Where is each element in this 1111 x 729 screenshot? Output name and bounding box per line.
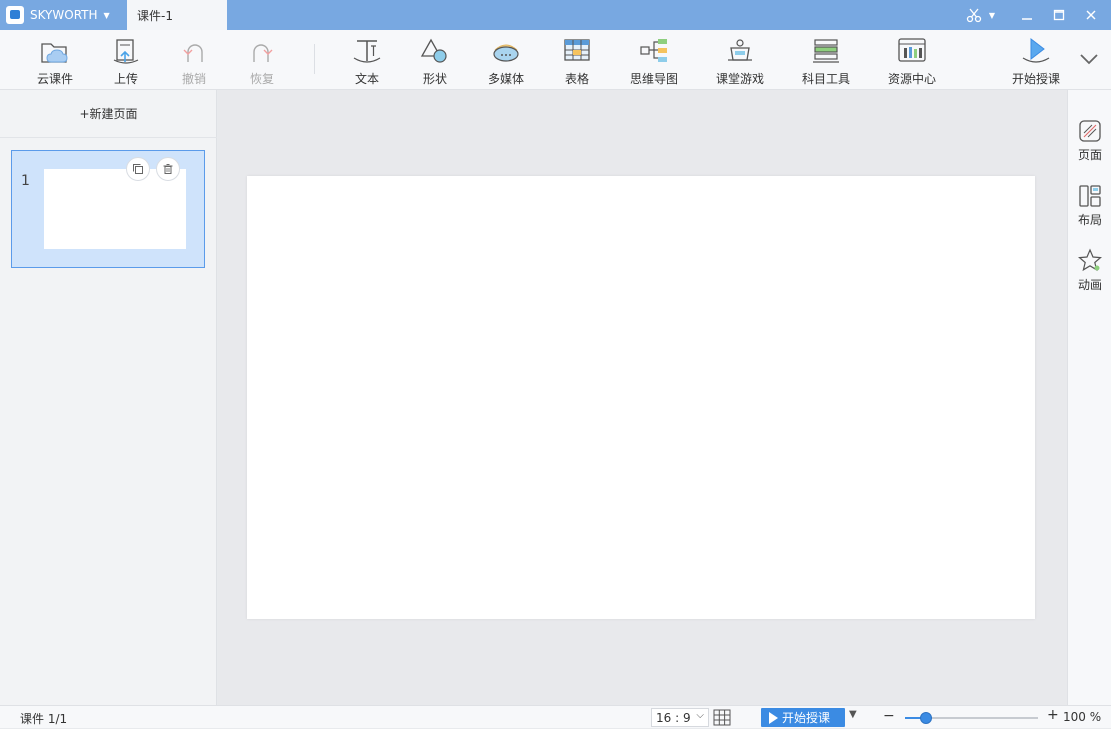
- page-thumbnail-preview: [44, 169, 186, 249]
- upload-icon: [113, 39, 139, 64]
- new-page-button[interactable]: +新建页面: [0, 90, 217, 138]
- start-teaching-label: 开始授课: [1011, 72, 1060, 86]
- shape-label: 形状: [422, 72, 447, 86]
- chevron-down-icon: ⌵: [696, 710, 704, 721]
- brand-menu[interactable]: SKYWORTH ▼: [0, 0, 127, 30]
- text-button[interactable]: 文本: [332, 36, 402, 88]
- subject-tools-label: 科目工具: [801, 72, 850, 86]
- start-teaching-button[interactable]: 开始授课: [761, 708, 845, 727]
- table-icon: [564, 39, 590, 61]
- zoom-slider[interactable]: [905, 712, 1038, 724]
- upload-button[interactable]: 上传: [91, 36, 161, 88]
- page-panel-button[interactable]: 页面: [1068, 118, 1111, 174]
- cloud-courseware-button[interactable]: 云课件: [20, 36, 90, 88]
- multimedia-icon: [493, 44, 519, 62]
- page-icon: [1079, 120, 1101, 142]
- minimize-button[interactable]: [1012, 0, 1042, 30]
- animation-star-icon: [1078, 248, 1102, 272]
- layout-panel-label: 布局: [1077, 213, 1102, 227]
- shape-button[interactable]: 形状: [400, 36, 470, 88]
- layout-icon: [1079, 185, 1101, 207]
- mindmap-button[interactable]: 思维导图: [619, 36, 689, 88]
- animation-panel-button[interactable]: 动画: [1068, 248, 1111, 304]
- toolbar-separator: [314, 44, 315, 74]
- zoom-level-label: 100 %: [1063, 710, 1102, 724]
- app-logo-icon: [6, 6, 24, 24]
- aspect-ratio-select[interactable]: 16 : 9 ⌵: [651, 708, 709, 727]
- maximize-button[interactable]: [1044, 0, 1074, 30]
- subject-tools-button[interactable]: 科目工具: [791, 36, 861, 88]
- document-tab-label: 课件-1: [137, 8, 173, 23]
- zoom-slider-handle[interactable]: [920, 712, 932, 724]
- table-label: 表格: [564, 72, 589, 86]
- multimedia-label: 多媒体: [487, 72, 524, 86]
- page-thumbnail[interactable]: 1: [11, 150, 205, 268]
- multimedia-button[interactable]: 多媒体: [471, 36, 541, 88]
- page-thumbnail-number: 1: [21, 173, 30, 189]
- undo-icon: [183, 44, 203, 62]
- resource-center-icon: [898, 38, 926, 62]
- redo-icon: [253, 44, 273, 62]
- start-teaching-dropdown-icon[interactable]: ▼: [849, 709, 857, 720]
- scissors-dropdown-icon[interactable]: ▼: [985, 0, 999, 30]
- slide-canvas[interactable]: [247, 176, 1035, 619]
- aspect-ratio-value: 16 : 9: [656, 710, 691, 725]
- undo-label: 撤销: [181, 72, 206, 86]
- main-toolbar: 云课件 上传 撤销 恢复 文本 形状 多媒体 表格 思维导图 课堂游戏 科目工具: [0, 30, 1111, 90]
- close-button[interactable]: [1076, 0, 1106, 30]
- grid-icon[interactable]: [713, 709, 731, 726]
- table-button[interactable]: 表格: [542, 36, 612, 88]
- subject-tools-icon: [813, 39, 839, 63]
- duplicate-page-icon[interactable]: [126, 157, 150, 181]
- play-icon: [769, 711, 778, 724]
- title-bar: SKYWORTH ▼ 课件-1 ▼: [0, 0, 1111, 30]
- brand-label: SKYWORTH: [30, 8, 98, 22]
- redo-label: 恢复: [249, 72, 274, 86]
- text-label: 文本: [354, 72, 379, 86]
- classroom-game-icon: [728, 39, 752, 61]
- document-tab[interactable]: 课件-1: [127, 0, 227, 30]
- resource-center-button[interactable]: 资源中心: [877, 36, 947, 88]
- upload-label: 上传: [113, 72, 138, 86]
- brand-dropdown-icon: ▼: [103, 10, 110, 20]
- start-teaching-button-label: 开始授课: [782, 711, 831, 725]
- status-bar: 课件 1/1 16 : 9 ⌵ 开始授课 ▼ − + 100 %: [0, 705, 1111, 728]
- editing-workspace: [218, 90, 1067, 705]
- page-panel-label: 页面: [1077, 148, 1102, 162]
- start-teaching-toolbar-button[interactable]: 开始授课: [1001, 36, 1071, 88]
- classroom-game-button[interactable]: 课堂游戏: [705, 36, 775, 88]
- delete-page-icon[interactable]: [156, 157, 180, 181]
- new-page-label: +新建页面: [79, 107, 138, 121]
- scissors-icon[interactable]: [962, 0, 986, 30]
- cloud-courseware-label: 云课件: [36, 72, 73, 86]
- shape-icon: [420, 38, 447, 63]
- mindmap-icon: [640, 39, 667, 62]
- right-tool-panel: 页面 布局 动画: [1067, 90, 1111, 705]
- undo-button[interactable]: 撤销: [159, 36, 229, 88]
- page-list-panel: +新建页面 1: [0, 90, 217, 705]
- zoom-in-button[interactable]: +: [1047, 707, 1059, 723]
- start-teaching-icon: [1022, 37, 1050, 63]
- resource-center-label: 资源中心: [887, 72, 936, 86]
- page-count-label: 课件 1/1: [20, 712, 68, 726]
- redo-button[interactable]: 恢复: [227, 36, 297, 88]
- zoom-out-button[interactable]: −: [883, 708, 895, 724]
- animation-panel-label: 动画: [1077, 278, 1102, 292]
- layout-panel-button[interactable]: 布局: [1068, 183, 1111, 239]
- classroom-game-label: 课堂游戏: [715, 72, 764, 86]
- mindmap-label: 思维导图: [629, 72, 678, 86]
- text-icon: [353, 40, 381, 63]
- expand-toolbar-chevron-icon[interactable]: [1076, 48, 1102, 70]
- cloud-folder-icon: [41, 43, 68, 63]
